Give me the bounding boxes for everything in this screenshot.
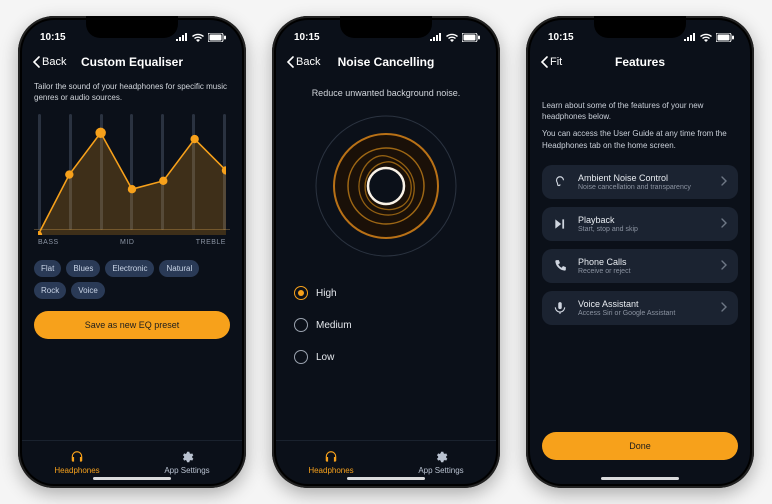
- status-icons: [430, 33, 480, 42]
- tab-label: Headphones: [54, 466, 99, 475]
- page-title: Noise Cancelling: [276, 55, 496, 69]
- preset-rock[interactable]: Rock: [34, 282, 66, 299]
- done-button[interactable]: Done: [542, 432, 738, 460]
- radio-label: Low: [316, 352, 334, 363]
- card-subtitle: Start, stop and skip: [578, 226, 711, 233]
- noise-cancel-dial[interactable]: [306, 106, 466, 266]
- card-voice-assistant[interactable]: Voice Assistant Access Siri or Google As…: [542, 291, 738, 325]
- eq-axis-labels: BASS MID TREBLE: [38, 239, 226, 246]
- eq-curve: [38, 114, 226, 235]
- radio-low[interactable]: Low: [294, 350, 484, 364]
- feature-cards: Ambient Noise Control Noise cancellation…: [542, 165, 738, 325]
- battery-icon: [716, 33, 734, 42]
- nav-bar: Back Custom Equaliser: [22, 54, 242, 76]
- ear-icon: [552, 175, 568, 189]
- notch: [86, 16, 178, 38]
- battery-icon: [208, 33, 226, 42]
- preset-electronic[interactable]: Electronic: [105, 260, 154, 277]
- content: Learn about some of the features of your…: [530, 76, 750, 484]
- nav-bar: Fit Features: [530, 54, 750, 76]
- card-phone-calls[interactable]: Phone Calls Receive or reject: [542, 249, 738, 283]
- preset-blues[interactable]: Blues: [66, 260, 100, 277]
- card-subtitle: Receive or reject: [578, 268, 711, 275]
- label-treble: TREBLE: [196, 239, 226, 246]
- preset-voice[interactable]: Voice: [71, 282, 105, 299]
- label-mid: MID: [120, 239, 134, 246]
- notch: [594, 16, 686, 38]
- subtitle: Reduce unwanted background noise.: [288, 88, 484, 98]
- radio-medium[interactable]: Medium: [294, 318, 484, 332]
- radio-label: Medium: [316, 320, 352, 331]
- mic-icon: [552, 301, 568, 315]
- card-title: Phone Calls: [578, 257, 711, 267]
- screen: 10:15 Back Custom Equaliser Tailor the s…: [22, 20, 242, 484]
- chevron-right-icon: [721, 218, 728, 230]
- tab-label: App Settings: [418, 466, 463, 475]
- radio-icon: [294, 286, 308, 300]
- home-indicator[interactable]: [601, 477, 679, 480]
- wifi-icon: [446, 33, 458, 42]
- chevron-right-icon: [721, 260, 728, 272]
- page-title: Custom Equaliser: [22, 55, 242, 69]
- status-time: 10:15: [548, 32, 574, 43]
- gear-icon: [180, 450, 194, 464]
- card-title: Ambient Noise Control: [578, 173, 711, 183]
- screen: 10:15 Back Noise Cancelling Reduce unwan…: [276, 20, 496, 484]
- radio-icon: [294, 318, 308, 332]
- card-title: Voice Assistant: [578, 299, 711, 309]
- card-title: Playback: [578, 215, 711, 225]
- home-indicator[interactable]: [347, 477, 425, 480]
- radio-group: High Medium Low: [288, 286, 484, 364]
- equaliser-chart[interactable]: BASS MID TREBLE: [34, 114, 230, 246]
- subtitle: Tailor the sound of your headphones for …: [34, 82, 230, 104]
- home-indicator[interactable]: [93, 477, 171, 480]
- signal-icon: [684, 33, 696, 41]
- notch: [340, 16, 432, 38]
- radio-icon: [294, 350, 308, 364]
- wifi-icon: [700, 33, 712, 42]
- content: Tailor the sound of your headphones for …: [22, 76, 242, 440]
- play-pause-icon: [552, 217, 568, 231]
- headphones-icon: [70, 450, 84, 464]
- content: Reduce unwanted background noise. High: [276, 76, 496, 440]
- screen: 10:15 Fit Features Learn about some of t…: [530, 20, 750, 484]
- card-ambient-noise[interactable]: Ambient Noise Control Noise cancellation…: [542, 165, 738, 199]
- phone-icon: [552, 259, 568, 273]
- status-time: 10:15: [40, 32, 66, 43]
- signal-icon: [176, 33, 188, 41]
- preset-natural[interactable]: Natural: [159, 260, 199, 277]
- preset-list: Flat Blues Electronic Natural Rock Voice: [34, 260, 230, 299]
- chevron-right-icon: [721, 302, 728, 314]
- gear-icon: [434, 450, 448, 464]
- description-2: You can access the User Guide at any tim…: [542, 128, 738, 150]
- tab-label: App Settings: [164, 466, 209, 475]
- card-playback[interactable]: Playback Start, stop and skip: [542, 207, 738, 241]
- card-subtitle: Access Siri or Google Assistant: [578, 310, 711, 317]
- battery-icon: [462, 33, 480, 42]
- save-preset-button[interactable]: Save as new EQ preset: [34, 311, 230, 339]
- card-subtitle: Noise cancellation and transparency: [578, 184, 711, 191]
- page-title: Features: [530, 55, 750, 69]
- label-bass: BASS: [38, 239, 59, 246]
- tab-label: Headphones: [308, 466, 353, 475]
- phone-2: 10:15 Back Noise Cancelling Reduce unwan…: [272, 16, 500, 488]
- wifi-icon: [192, 33, 204, 42]
- status-icons: [684, 33, 734, 42]
- status-time: 10:15: [294, 32, 320, 43]
- description-1: Learn about some of the features of your…: [542, 100, 738, 122]
- signal-icon: [430, 33, 442, 41]
- radio-high[interactable]: High: [294, 286, 484, 300]
- headphones-icon: [324, 450, 338, 464]
- preset-flat[interactable]: Flat: [34, 260, 61, 277]
- chevron-right-icon: [721, 176, 728, 188]
- phone-3: 10:15 Fit Features Learn about some of t…: [526, 16, 754, 488]
- phone-1: 10:15 Back Custom Equaliser Tailor the s…: [18, 16, 246, 488]
- nav-bar: Back Noise Cancelling: [276, 54, 496, 76]
- radio-label: High: [316, 288, 337, 299]
- status-icons: [176, 33, 226, 42]
